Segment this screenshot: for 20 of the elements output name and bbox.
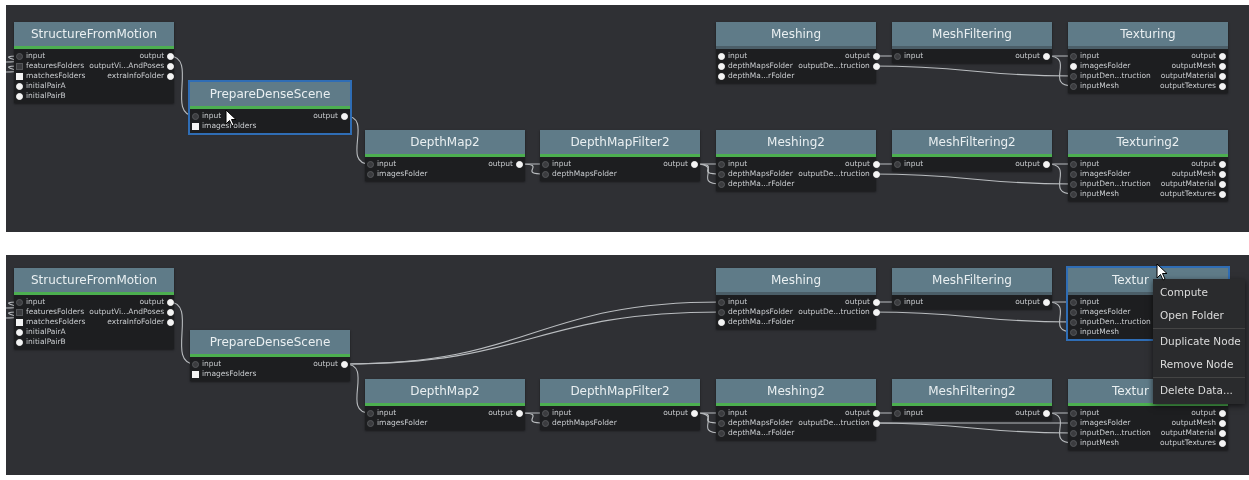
- cursor-icon: [1156, 263, 1168, 281]
- node-title: MeshFiltering2: [892, 379, 1052, 406]
- node-title: Meshing2: [716, 379, 876, 406]
- node-title: StructureFromMotion: [14, 268, 174, 295]
- node-title: MeshFiltering2: [892, 130, 1052, 157]
- menu-item[interactable]: Remove Node: [1153, 353, 1245, 376]
- node-title: Meshing: [716, 22, 876, 49]
- node-title: DepthMap2: [365, 379, 525, 406]
- node-title: PrepareDenseScene: [190, 330, 350, 357]
- node-title: MeshFiltering: [892, 268, 1052, 295]
- node-title: StructureFromMotion: [14, 22, 174, 49]
- node-title: Texturing2: [1068, 130, 1228, 157]
- node-title: DepthMapFilter2: [540, 379, 700, 406]
- node-title: PrepareDenseScene: [190, 82, 350, 109]
- node-title: Meshing: [716, 268, 876, 295]
- node-title: DepthMap2: [365, 130, 525, 157]
- node-title: Texturing: [1068, 22, 1228, 49]
- node-title: Meshing2: [716, 130, 876, 157]
- node-title: DepthMapFilter2: [540, 130, 700, 157]
- node-title: MeshFiltering: [892, 22, 1052, 49]
